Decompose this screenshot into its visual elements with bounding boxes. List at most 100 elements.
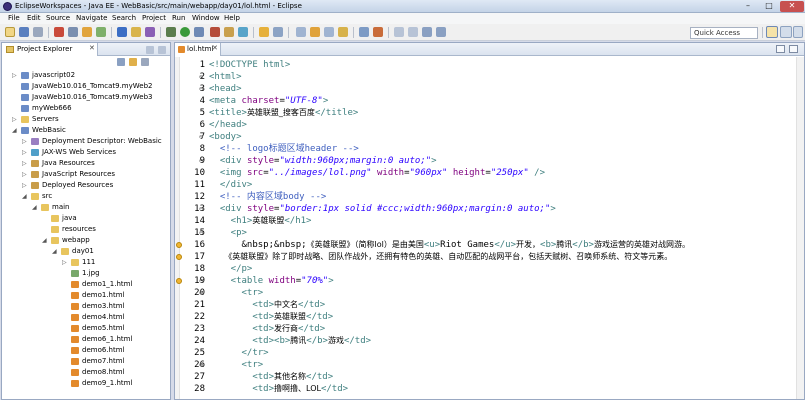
code-line[interactable]: 12 <!-- 内容区域body --> <box>175 191 804 203</box>
collapsed-arrow-icon[interactable]: ▷ <box>22 136 27 147</box>
collapsed-arrow-icon[interactable]: ▷ <box>12 114 17 125</box>
code-line[interactable]: 18 </p> <box>175 263 804 275</box>
fold-toggle-icon[interactable]: ⊖ <box>199 83 203 95</box>
code-line[interactable]: 25 </tr> <box>175 347 804 359</box>
code-line[interactable]: 26 ⊖ <tr> <box>175 359 804 371</box>
tree-item[interactable]: ▷ javascript02 <box>2 70 170 81</box>
nav-back-icon[interactable] <box>422 27 432 37</box>
code-line[interactable]: 21 <td>中文名</td> <box>175 299 804 311</box>
tree-item[interactable]: demo3.html <box>2 301 170 312</box>
code-line[interactable]: 22 <td>英雄联盟</td> <box>175 311 804 323</box>
external-tools-icon[interactable] <box>145 27 155 37</box>
fold-toggle-icon[interactable]: ⊖ <box>199 131 203 143</box>
code-line[interactable]: 10 <img src="../images/lol.png" width="9… <box>175 167 804 179</box>
tree-item[interactable]: demo6_1.html <box>2 334 170 345</box>
tree-item[interactable]: resources <box>2 224 170 235</box>
code-line[interactable]: 19 ⊖ <table width="70%"> <box>175 275 804 287</box>
tab-lol-html[interactable]: lol.html ✕ <box>175 43 221 56</box>
menu-navigate[interactable]: Navigate <box>76 14 107 22</box>
minimize-button[interactable]: – <box>738 1 758 12</box>
expanded-arrow-icon[interactable]: ◢ <box>52 246 57 257</box>
toggle-mark-icon[interactable] <box>373 27 383 37</box>
code-line[interactable]: 8 <!-- logo标题区域header --> <box>175 143 804 155</box>
search-icon[interactable] <box>273 27 283 37</box>
quick-access-input[interactable]: Quick Access <box>690 27 758 39</box>
annotation-icon[interactable] <box>296 27 306 37</box>
tree-item[interactable]: ◢ webapp <box>2 235 170 246</box>
java-ee-perspective-icon[interactable] <box>766 26 778 38</box>
back-icon[interactable] <box>324 27 334 37</box>
fold-toggle-icon[interactable]: ⊖ <box>199 275 203 287</box>
tree-item[interactable]: ▷ Deployment Descriptor: WebBasic <box>2 136 170 147</box>
menu-search[interactable]: Search <box>112 14 136 22</box>
menu-file[interactable]: File <box>8 14 20 22</box>
code-line[interactable]: 4 <meta charset="UTF-8"> <box>175 95 804 107</box>
profile-icon[interactable] <box>210 27 220 37</box>
tree-item[interactable]: ◢ src <box>2 191 170 202</box>
code-line[interactable]: 27 <td>其他名称</td> <box>175 371 804 383</box>
tree-item[interactable]: demo1_1.html <box>2 279 170 290</box>
overview-ruler[interactable] <box>796 57 804 399</box>
tree-item[interactable]: ▷ 111 <box>2 257 170 268</box>
tree-item[interactable]: ▷ Servers <box>2 114 170 125</box>
tree-item[interactable]: 1.jpg <box>2 268 170 279</box>
code-line[interactable]: 17 《英雄联盟》除了即时战略、团队作战外，还拥有特色的英雄、自动匹配的战网平台… <box>175 251 804 263</box>
tree-item[interactable]: JavaWeb10.016_Tomcat9.myWeb2 <box>2 81 170 92</box>
run-icon[interactable] <box>180 27 190 37</box>
maximize-editor-icon[interactable] <box>789 45 798 53</box>
menu-window[interactable]: Window <box>192 14 220 22</box>
tree-item[interactable]: myWeb666 <box>2 103 170 114</box>
menu-run[interactable]: Run <box>172 14 185 22</box>
save-icon[interactable] <box>19 27 29 37</box>
tree-item[interactable]: demo4.html <box>2 312 170 323</box>
coverage-icon[interactable] <box>194 27 204 37</box>
open-perspective-icon[interactable] <box>780 26 792 38</box>
tree-item[interactable]: demo9_1.html <box>2 378 170 389</box>
view-menu-icon[interactable] <box>141 58 149 66</box>
close-window-button[interactable]: ✕ <box>780 1 804 12</box>
code-line[interactable]: 24 <td><b>腾讯</b>游戏</td> <box>175 335 804 347</box>
collapse-all-icon[interactable] <box>117 58 125 66</box>
tree-item[interactable]: demo1.html <box>2 290 170 301</box>
collapsed-arrow-icon[interactable]: ▷ <box>12 70 17 81</box>
fold-toggle-icon[interactable]: ⊖ <box>199 71 203 83</box>
prev-annotation-icon[interactable] <box>394 27 404 37</box>
code-line[interactable]: 1 <!DOCTYPE html> <box>175 59 804 71</box>
fold-toggle-icon[interactable]: ⊖ <box>199 155 203 167</box>
tree-item[interactable]: demo7.html <box>2 356 170 367</box>
new-class-icon[interactable] <box>238 27 248 37</box>
server-icon[interactable] <box>68 27 78 37</box>
tree-item[interactable]: ◢ main <box>2 202 170 213</box>
maximize-view-icon[interactable] <box>158 46 166 54</box>
last-edit-icon[interactable] <box>310 27 320 37</box>
warning-icon[interactable] <box>176 242 182 248</box>
expanded-arrow-icon[interactable]: ◢ <box>42 235 47 246</box>
collapsed-arrow-icon[interactable]: ▷ <box>22 169 27 180</box>
tree-item[interactable]: demo5.html <box>2 323 170 334</box>
perspective-icon[interactable] <box>793 26 803 38</box>
ant-icon[interactable] <box>96 27 106 37</box>
code-line[interactable]: 2 ⊖ <html> <box>175 71 804 83</box>
tree-item[interactable]: ▷ JAX-WS Web Services <box>2 147 170 158</box>
code-line[interactable]: 7 ⊖ <body> <box>175 131 804 143</box>
publish-icon[interactable] <box>131 27 141 37</box>
expanded-arrow-icon[interactable]: ◢ <box>12 125 17 136</box>
fold-toggle-icon[interactable]: ⊖ <box>199 359 203 371</box>
collapsed-arrow-icon[interactable]: ▷ <box>22 180 27 191</box>
code-line[interactable]: 3 ⊖ <head> <box>175 83 804 95</box>
close-tab-icon[interactable]: ✕ <box>212 44 218 52</box>
fold-toggle-icon[interactable]: ⊖ <box>199 227 203 239</box>
code-line[interactable]: 15 ⊖ <p> <box>175 227 804 239</box>
debug-icon[interactable] <box>54 27 64 37</box>
close-tab-icon[interactable]: ✕ <box>89 44 95 52</box>
code-line[interactable]: 6 </head> <box>175 119 804 131</box>
open-type-icon[interactable] <box>259 27 269 37</box>
expanded-arrow-icon[interactable]: ◢ <box>22 191 27 202</box>
next-annotation-icon[interactable] <box>408 27 418 37</box>
collapsed-arrow-icon[interactable]: ▷ <box>62 257 67 268</box>
nav-forward-icon[interactable] <box>436 27 446 37</box>
menu-edit[interactable]: Edit <box>27 14 41 22</box>
code-line[interactable]: 23 <td>发行商</td> <box>175 323 804 335</box>
menu-source[interactable]: Source <box>46 14 70 22</box>
fold-toggle-icon[interactable]: ⊖ <box>199 203 203 215</box>
